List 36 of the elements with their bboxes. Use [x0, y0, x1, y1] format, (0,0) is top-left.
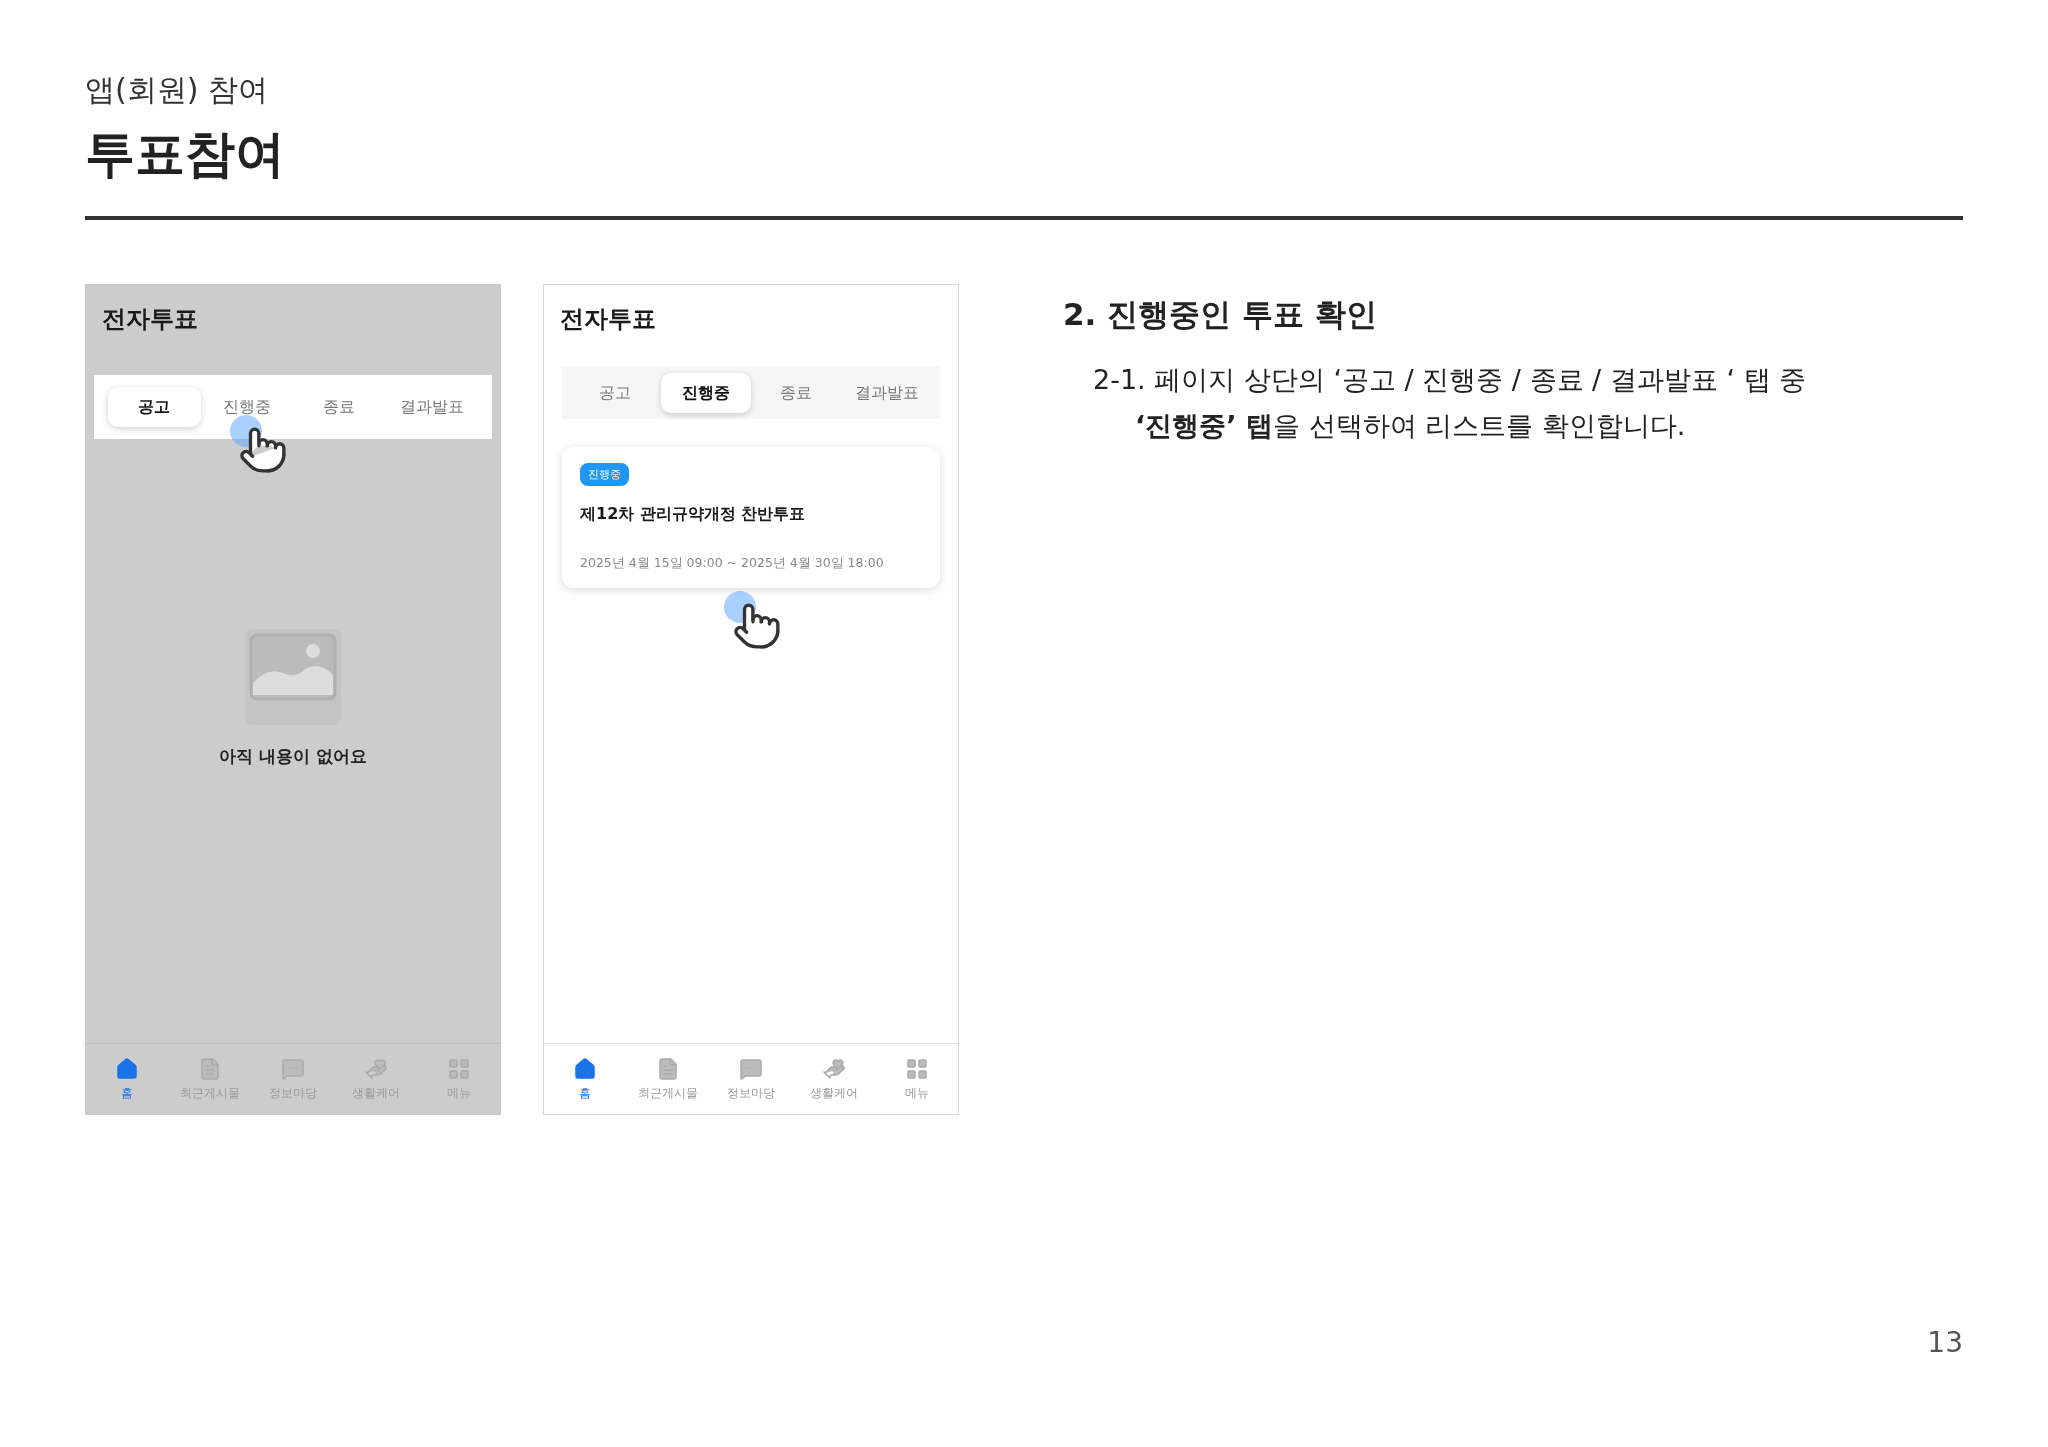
tab[interactable]: 결과발표 [385, 387, 478, 427]
tab[interactable]: 결과발표 [841, 373, 932, 413]
grid-icon [446, 1056, 471, 1081]
vote-title: 제12차 관리규약개정 찬반투표 [580, 504, 807, 525]
tab[interactable]: 공고 [570, 373, 661, 413]
step-heading: 2. 진행중인 투표 확인 [1063, 295, 1378, 334]
tab[interactable]: 진행중 [660, 373, 751, 413]
nav-item[interactable]: 홈 [544, 1044, 627, 1114]
grid-icon [904, 1056, 929, 1081]
empty-message: 아직 내용이 없어요 [219, 745, 367, 768]
heart-hand-icon [821, 1056, 846, 1081]
nav-item[interactable]: 메뉴 [875, 1044, 958, 1114]
home-icon [115, 1056, 140, 1081]
nav-item[interactable]: 정보마당 [709, 1044, 793, 1114]
nav-item[interactable]: 생활케어 [792, 1044, 876, 1114]
page-number: 13 [1927, 1326, 1963, 1359]
tab[interactable]: 공고 [108, 387, 201, 427]
screen-title: 전자투표 [559, 304, 657, 335]
step-text: ‘진행중’ 탭을 선택하여 리스트를 확인합니다. [1135, 409, 1687, 443]
vote-period: 2025년 4월 15일 09:00 ~ 2025년 4월 30일 18:00 [580, 555, 885, 572]
vote-card[interactable]: 진행중 제12차 관리규약개정 찬반투표 2025년 4월 15일 09:00 ~ 2025년 4월 30일 18:00 [562, 447, 940, 588]
heart-hand-icon [363, 1056, 388, 1081]
step-text: 2-1. 페이지 상단의 ‘공고 / 진행중 / 종료 / 결과발표 ‘ 탭 중 [1093, 363, 1807, 397]
chat-icon [739, 1056, 763, 1081]
tab[interactable]: 종료 [293, 387, 386, 427]
tab[interactable]: 진행중 [200, 387, 293, 427]
chat-icon [281, 1056, 305, 1081]
nav-item[interactable]: 최근게시물 [626, 1044, 710, 1114]
screen-title: 전자투표 [101, 304, 199, 335]
page-title: 투표참여 [85, 124, 286, 185]
status-badge: 진행중 [580, 463, 629, 486]
tab[interactable]: 종료 [751, 373, 842, 413]
image-placeholder-icon [245, 629, 341, 725]
nav-item[interactable]: 홈 [86, 1044, 169, 1114]
section-subtitle: 앱(회원) 참여 [85, 72, 269, 108]
home-icon [573, 1056, 598, 1081]
